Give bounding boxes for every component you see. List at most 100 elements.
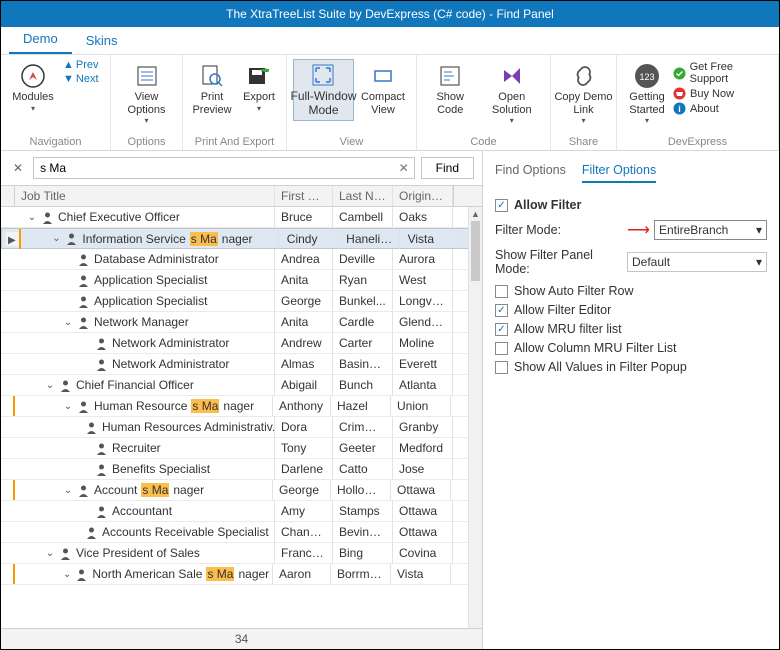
ribbon: Modules ▾ ▲Prev ▼Next Navigation View Op…	[1, 55, 779, 151]
expand-icon[interactable]: ⌄	[63, 317, 73, 327]
person-icon	[65, 232, 78, 245]
link-icon	[571, 63, 597, 89]
table-row[interactable]: ⌄Vice President of SalesFrancineBingCovi…	[1, 543, 482, 564]
allow-column-mru-filter-list-checkbox[interactable]: Allow Column MRU Filter List	[495, 341, 767, 355]
find-input[interactable]	[34, 158, 394, 178]
info-circle-icon: i	[673, 102, 686, 115]
table-row[interactable]: ⌄North American Sales ManagerAaronBorrma…	[1, 564, 482, 585]
compact-icon	[370, 63, 396, 89]
filter-mode-select[interactable]: EntireBranch▾	[654, 220, 767, 240]
allow-mru-filter-list-checkbox[interactable]: ✓Allow MRU filter list	[495, 322, 767, 336]
close-find-icon[interactable]: ✕	[9, 161, 27, 175]
check-circle-icon	[673, 67, 686, 80]
person-icon	[77, 484, 90, 497]
person-icon	[41, 211, 54, 224]
tab-find-options[interactable]: Find Options	[495, 163, 566, 183]
triangle-down-icon: ▼	[63, 73, 74, 85]
chevron-down-icon: ▾	[510, 116, 514, 125]
person-icon	[95, 505, 108, 518]
expand-icon[interactable]: ⌄	[63, 485, 73, 495]
filter-panel-mode-select[interactable]: Default▾	[627, 252, 767, 272]
scroll-thumb[interactable]	[471, 221, 480, 281]
person-icon	[77, 274, 90, 287]
col-first-name[interactable]: First Name	[275, 186, 333, 206]
filter-panel-mode-label: Show Filter Panel Mode:	[495, 248, 621, 276]
print-preview-button[interactable]: Print Preview	[189, 59, 235, 119]
show-code-button[interactable]: Show Code	[423, 59, 477, 119]
full-window-mode-button[interactable]: Full-Window Mode	[293, 59, 354, 121]
compass-icon	[20, 63, 46, 89]
next-button[interactable]: ▼Next	[63, 73, 99, 85]
allow-filter-checkbox[interactable]: ✓ Allow Filter	[495, 198, 767, 212]
export-button[interactable]: Export ▾	[237, 59, 281, 116]
clear-input-icon[interactable]: ✕	[394, 158, 414, 178]
table-row[interactable]: AccountantAmyStampsOttawa	[1, 501, 482, 522]
scroll-up-icon[interactable]: ▲	[469, 207, 482, 221]
person-icon	[75, 568, 88, 581]
table-row[interactable]: Application SpecialistAnitaRyanWest	[1, 270, 482, 291]
group-options: Options	[117, 134, 176, 150]
table-row[interactable]: ⌄Human Resources ManagerAnthonyHazelUnio…	[1, 396, 482, 417]
open-solution-button[interactable]: Open Solution ▾	[479, 59, 544, 128]
table-row[interactable]: Network AdministratorAlmasBasingerEveret…	[1, 354, 482, 375]
expand-icon[interactable]: ⌄	[63, 401, 73, 411]
allow-filter-editor-checkbox[interactable]: ✓Allow Filter Editor	[495, 303, 767, 317]
expand-icon[interactable]: ⌄	[45, 380, 55, 390]
table-row[interactable]: ⌄Chief Financial OfficerAbigailBunchAtla…	[1, 375, 482, 396]
group-print-export: Print And Export	[189, 134, 280, 150]
table-row[interactable]: Application SpecialistGeorgeBunkel...Lon…	[1, 291, 482, 312]
table-row[interactable]: Accounts Receivable SpecialistChandlerBe…	[1, 522, 482, 543]
compact-view-button[interactable]: Compact View	[356, 59, 410, 119]
window-title: The XtraTreeList Suite by DevExpress (C#…	[1, 1, 779, 27]
table-row[interactable]: ▶⌄Information Services ManagerCindyHanel…	[1, 228, 482, 249]
person-icon	[85, 526, 98, 539]
person-icon	[95, 358, 108, 371]
about-link[interactable]: iAbout	[673, 102, 772, 115]
save-arrow-icon	[246, 63, 272, 89]
find-input-wrap: ✕	[33, 157, 415, 179]
view-options-button[interactable]: View Options ▾	[117, 59, 176, 128]
col-job-title[interactable]: Job Title	[15, 186, 275, 206]
group-view: View	[293, 134, 410, 150]
table-row[interactable]: Database AdministratorAndreaDevilleAuror…	[1, 249, 482, 270]
checkbox-icon	[495, 342, 508, 355]
buy-now-link[interactable]: Buy Now	[673, 87, 772, 100]
copy-demo-link-button[interactable]: Copy Demo Link ▾	[557, 59, 610, 128]
tab-filter-options[interactable]: Filter Options	[582, 163, 656, 183]
col-last-name[interactable]: Last Name	[333, 186, 393, 206]
table-row[interactable]: Human Resources Administrativ...DoraCrim…	[1, 417, 482, 438]
menu-bar: Demo Skins	[1, 27, 779, 55]
expand-icon[interactable]: ⌄	[51, 234, 61, 244]
vertical-scrollbar[interactable]: ▲	[468, 207, 482, 628]
table-row[interactable]: ⌄Network ManagerAnitaCardleGlendale	[1, 312, 482, 333]
vs-icon	[499, 63, 525, 89]
show-all-values-filter-popup-checkbox[interactable]: Show All Values in Filter Popup	[495, 360, 767, 374]
modules-button[interactable]: Modules ▾	[7, 59, 59, 116]
menu-demo[interactable]: Demo	[9, 25, 72, 54]
table-row[interactable]: Benefits SpecialistDarleneCattoJose	[1, 459, 482, 480]
person-icon	[95, 337, 108, 350]
expand-icon[interactable]: ⌄	[27, 212, 37, 222]
prev-button[interactable]: ▲Prev	[63, 59, 99, 71]
col-origin-city[interactable]: Origin City	[393, 186, 453, 206]
code-icon	[437, 63, 463, 89]
table-row[interactable]: Network AdministratorAndrewCarterMoline	[1, 333, 482, 354]
menu-skins[interactable]: Skins	[72, 27, 132, 54]
find-button[interactable]: Find	[421, 157, 474, 179]
cart-circle-icon	[673, 87, 686, 100]
svg-text:i: i	[678, 104, 681, 114]
chevron-down-icon: ▾	[257, 104, 261, 113]
checkbox-icon	[495, 361, 508, 374]
table-row[interactable]: RecruiterTonyGeeterMedford	[1, 438, 482, 459]
show-auto-filter-row-checkbox[interactable]: Show Auto Filter Row	[495, 284, 767, 298]
chevron-down-icon: ▾	[645, 116, 649, 125]
get-free-support-link[interactable]: Get Free Support	[673, 61, 772, 85]
getting-started-button[interactable]: 123 Getting Started ▾	[623, 59, 671, 128]
expand-icon[interactable]: ⌄	[63, 569, 71, 579]
group-code: Code	[423, 134, 544, 150]
red-arrow-icon: ⟶	[627, 220, 648, 240]
expand-icon[interactable]: ⌄	[45, 548, 55, 558]
table-row[interactable]: ⌄Accounts ManagerGeorgeHollowayOttawa	[1, 480, 482, 501]
modules-label: Modules	[12, 91, 54, 104]
table-row[interactable]: ⌄Chief Executive OfficerBruceCambellOaks	[1, 207, 482, 228]
